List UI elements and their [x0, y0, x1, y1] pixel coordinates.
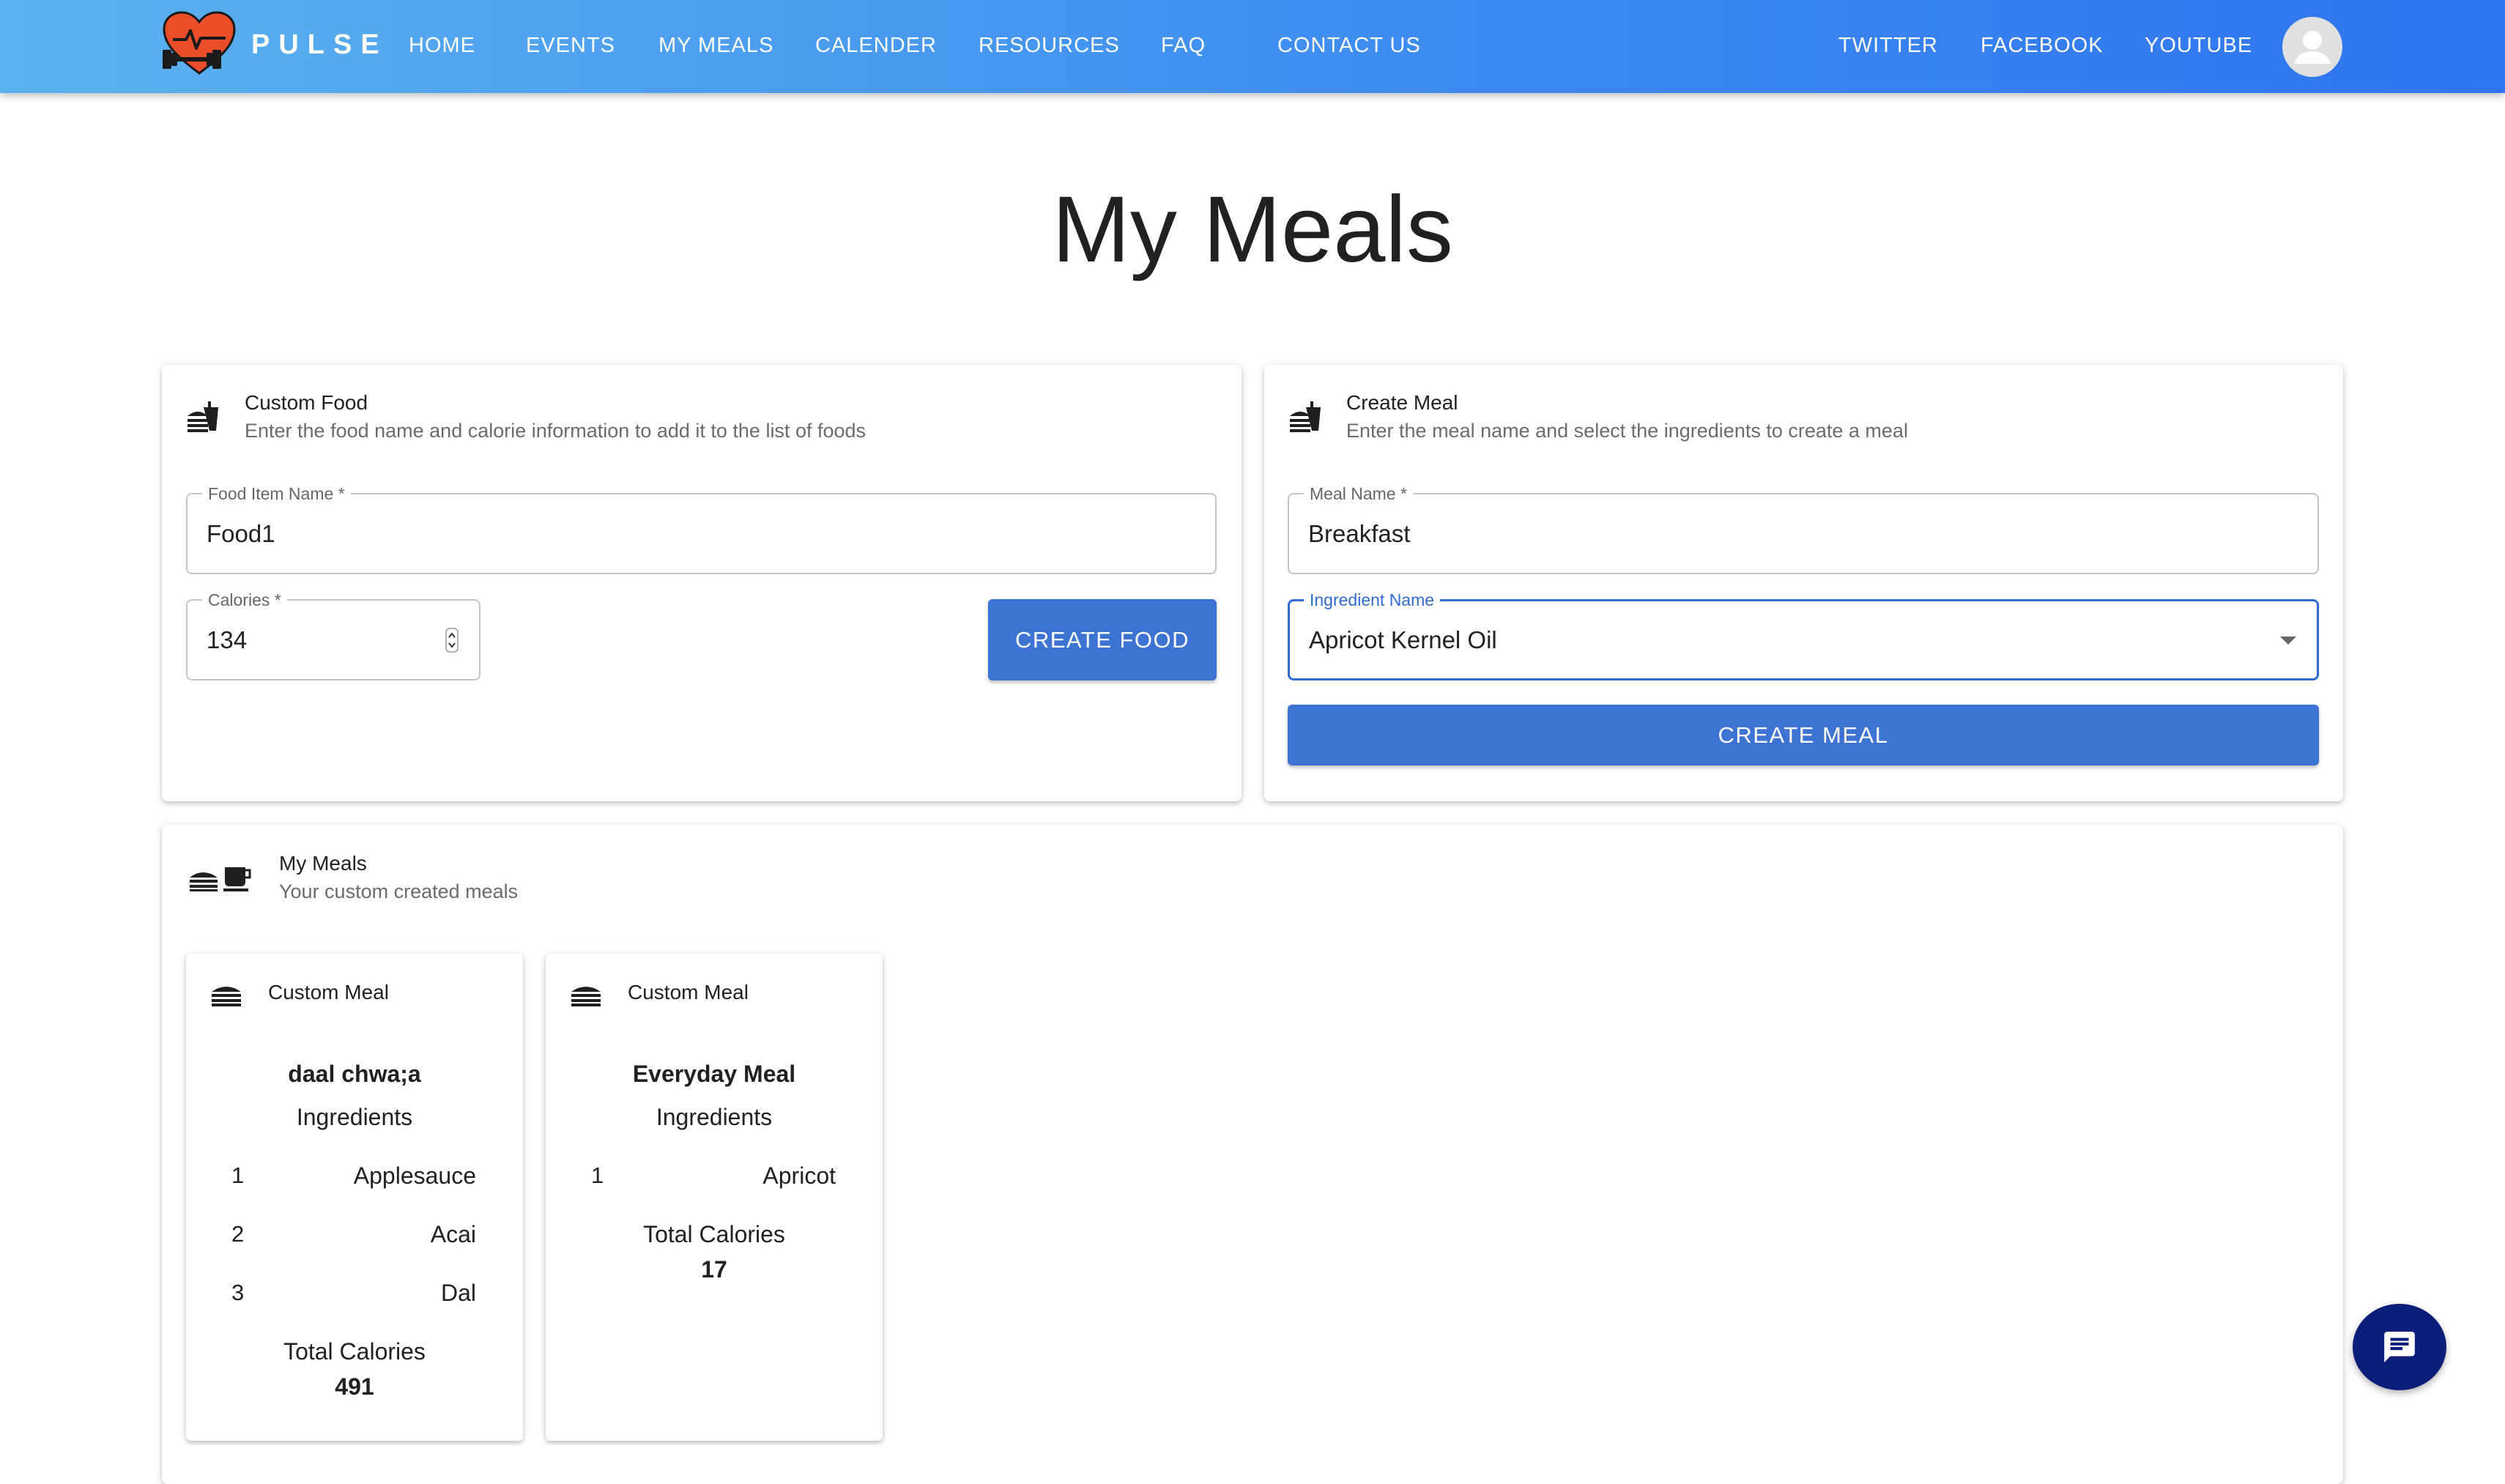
ingredient-number: 2 — [231, 1221, 245, 1247]
chat-icon — [2384, 1332, 2415, 1362]
fastfood-icon — [1290, 401, 1321, 432]
nav-events[interactable]: EVENTS — [526, 34, 615, 58]
ingredient-name: Apricot — [762, 1162, 836, 1189]
meal-name-label: Meal Name * — [1304, 484, 1413, 503]
ingredients-heading: Ingredients — [296, 1104, 413, 1130]
meal-name: daal chwa;a — [288, 1061, 421, 1087]
ingredient-name-select[interactable]: Ingredient Name Apricot Kernel Oil — [1288, 590, 2319, 680]
meal-name: Everyday Meal — [632, 1061, 796, 1087]
chat-button[interactable] — [2353, 1304, 2446, 1390]
total-calories-label: Total Calories — [643, 1221, 785, 1247]
burger-icon — [571, 987, 601, 1006]
total-calories-value: 491 — [335, 1373, 374, 1400]
nav-calender[interactable]: CALENDER — [815, 34, 937, 58]
calories-field[interactable]: Calories * 134 — [186, 590, 480, 680]
nav-home[interactable]: HOME — [409, 34, 475, 58]
create-meal-title: Create Meal — [1346, 391, 1458, 414]
food-item-name-field[interactable]: Food Item Name * Food1 — [186, 484, 1217, 574]
page-title: My Meals — [1052, 177, 1453, 282]
create-food-button[interactable]: CREATE FOOD — [988, 599, 1217, 680]
custom-food-title: Custom Food — [245, 391, 368, 414]
my-meals-title: My Meals — [279, 852, 367, 875]
nav-my-meals[interactable]: MY MEALS — [658, 34, 773, 58]
create-meal-card: Create Meal Enter the meal name and sele… — [1264, 365, 2343, 801]
burger-icon — [212, 987, 241, 1006]
custom-food-subtitle: Enter the food name and calorie informat… — [245, 420, 866, 442]
meal-name-field[interactable]: Meal Name * Breakfast — [1288, 484, 2319, 574]
meal-card[interactable]: Custom Meal daal chwa;a Ingredients 1 Ap… — [186, 954, 523, 1441]
ingredient-name: Dal — [440, 1280, 476, 1306]
fastfood-icon — [188, 401, 218, 432]
ingredient-number: 3 — [231, 1280, 245, 1305]
arrow-drop-down-icon[interactable] — [2280, 637, 2296, 645]
nav-contact-us[interactable]: CONTACT US — [1277, 34, 1421, 58]
nav-facebook[interactable]: FACEBOOK — [1981, 34, 2104, 58]
ingredient-number: 1 — [231, 1162, 245, 1188]
calories-label: Calories * — [202, 590, 287, 609]
custom-food-card: Custom Food Enter the food name and calo… — [162, 365, 1242, 801]
burger-coffee-icon — [190, 867, 251, 891]
top-navbar: PULSE HOME EVENTS MY MEALS CALENDER RESO… — [0, 0, 2505, 93]
meal-name-value[interactable]: Breakfast — [1308, 520, 1410, 548]
total-calories-label: Total Calories — [283, 1338, 426, 1365]
ingredient-name: Acai — [430, 1221, 476, 1247]
nav-twitter[interactable]: TWITTER — [1838, 34, 1938, 58]
nav-youtube[interactable]: YOUTUBE — [2145, 34, 2252, 58]
food-item-name-label: Food Item Name * — [202, 484, 351, 503]
account-avatar[interactable] — [2282, 17, 2342, 77]
ingredient-name-value[interactable]: Apricot Kernel Oil — [1309, 626, 1497, 654]
my-meals-subtitle: Your custom created meals — [279, 880, 519, 902]
brand-name[interactable]: PULSE — [251, 29, 388, 61]
heart-dumbbell-logo-icon[interactable] — [161, 10, 237, 78]
spin-stepper-icon[interactable] — [445, 628, 459, 653]
nav-faq[interactable]: FAQ — [1161, 34, 1206, 58]
meal-kind-label: Custom Meal — [268, 981, 389, 1003]
account-circle-icon — [2294, 31, 2331, 64]
nav-resources[interactable]: RESOURCES — [979, 34, 1120, 58]
ingredient-number: 1 — [591, 1162, 604, 1188]
calories-value[interactable]: 134 — [207, 626, 247, 654]
create-meal-button[interactable]: CREATE MEAL — [1288, 705, 2319, 765]
total-calories-value: 17 — [701, 1256, 727, 1283]
ingredients-heading: Ingredients — [656, 1104, 773, 1130]
meal-card[interactable]: Custom Meal Everyday Meal Ingredients 1 … — [546, 954, 883, 1441]
ingredient-name: Applesauce — [353, 1162, 476, 1189]
create-meal-subtitle: Enter the meal name and select the ingre… — [1346, 420, 1908, 442]
food-item-name-value[interactable]: Food1 — [207, 520, 275, 548]
meal-kind-label: Custom Meal — [628, 981, 749, 1003]
ingredient-name-label: Ingredient Name — [1304, 590, 1441, 609]
